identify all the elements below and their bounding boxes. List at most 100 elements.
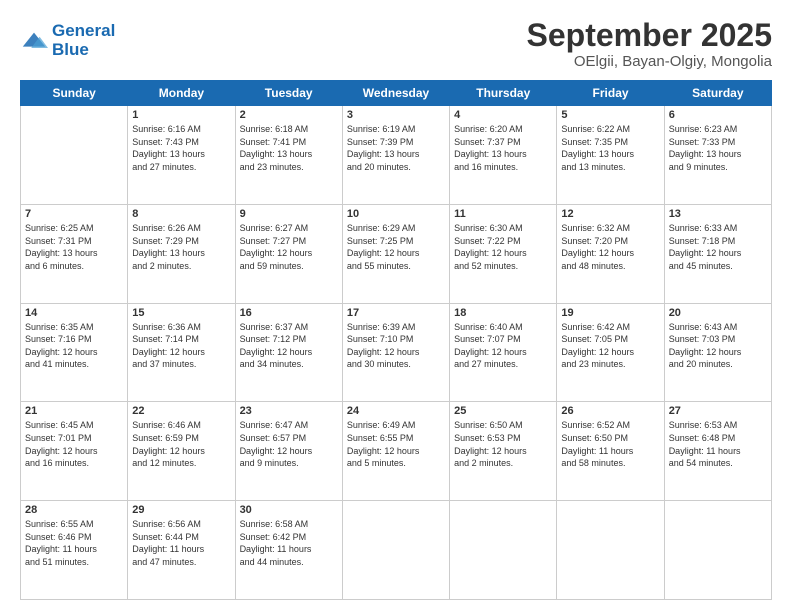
day-number: 18: [454, 307, 552, 319]
day-info: Sunrise: 6:58 AM Sunset: 6:42 PM Dayligh…: [240, 518, 338, 568]
calendar-cell: 6 Sunrise: 6:23 AM Sunset: 7:33 PM Daylig…: [664, 106, 771, 205]
calendar-cell: 26 Sunrise: 6:52 AM Sunset: 6:50 PM Dayli…: [557, 402, 664, 501]
day-info: Sunrise: 6:52 AM Sunset: 6:50 PM Dayligh…: [561, 419, 659, 469]
calendar-cell: 23Sunrise: 6:47 AM Sunset: 6:57 PM Dayli…: [235, 402, 342, 501]
subtitle: OElgii, Bayan-Olgiy, Mongolia: [527, 53, 772, 70]
main-title: September 2025: [527, 18, 772, 53]
calendar-cell: 1 Sunrise: 6:16 AM Sunset: 7:43 PM Daylig…: [128, 106, 235, 205]
day-info: Sunrise: 6:33 AM Sunset: 7:18 PM Dayligh…: [669, 222, 767, 272]
calendar-cell: [21, 106, 128, 205]
day-number: 3: [347, 109, 445, 121]
weekday-header: Wednesday: [342, 81, 449, 106]
calendar-cell: 28 Sunrise: 6:55 AM Sunset: 6:46 PM Dayli…: [21, 501, 128, 600]
calendar-cell: 25 Sunrise: 6:50 AM Sunset: 6:53 PM Dayli…: [450, 402, 557, 501]
day-number: 20: [669, 307, 767, 319]
day-info: Sunrise: 6:16 AM Sunset: 7:43 PM Dayligh…: [132, 123, 230, 173]
logo-icon: [20, 27, 48, 55]
calendar-cell: 19Sunrise: 6:42 AM Sunset: 7:05 PM Dayli…: [557, 303, 664, 402]
calendar-cell: 15 Sunrise: 6:36 AM Sunset: 7:14 PM Dayli…: [128, 303, 235, 402]
day-number: 21: [25, 405, 123, 417]
calendar-cell: [342, 501, 449, 600]
weekday-header: Monday: [128, 81, 235, 106]
day-number: 24: [347, 405, 445, 417]
calendar-cell: 29Sunrise: 6:56 AM Sunset: 6:44 PM Dayli…: [128, 501, 235, 600]
day-number: 15: [132, 307, 230, 319]
calendar-header-row: SundayMondayTuesdayWednesdayThursdayFrid…: [21, 81, 772, 106]
calendar-cell: 12 Sunrise: 6:32 AM Sunset: 7:20 PM Dayli…: [557, 204, 664, 303]
weekday-header: Sunday: [21, 81, 128, 106]
calendar-cell: 18 Sunrise: 6:40 AM Sunset: 7:07 PM Dayli…: [450, 303, 557, 402]
calendar-week-row: 7 Sunrise: 6:25 AM Sunset: 7:31 PM Daylig…: [21, 204, 772, 303]
calendar-cell: 4 Sunrise: 6:20 AM Sunset: 7:37 PM Daylig…: [450, 106, 557, 205]
day-number: 6: [669, 109, 767, 121]
weekday-header: Saturday: [664, 81, 771, 106]
calendar-cell: 14 Sunrise: 6:35 AM Sunset: 7:16 PM Dayli…: [21, 303, 128, 402]
day-info: Sunrise: 6:49 AM Sunset: 6:55 PM Dayligh…: [347, 419, 445, 469]
day-info: Sunrise: 6:45 AM Sunset: 7:01 PM Dayligh…: [25, 419, 123, 469]
day-info: Sunrise: 6:43 AM Sunset: 7:03 PM Dayligh…: [669, 321, 767, 371]
day-number: 11: [454, 208, 552, 220]
calendar-cell: 20 Sunrise: 6:43 AM Sunset: 7:03 PM Dayli…: [664, 303, 771, 402]
logo-line1: General: [52, 21, 115, 40]
logo-line2: Blue: [52, 40, 89, 59]
calendar-week-row: 28 Sunrise: 6:55 AM Sunset: 6:46 PM Dayli…: [21, 501, 772, 600]
day-number: 30: [240, 504, 338, 516]
calendar-week-row: 14 Sunrise: 6:35 AM Sunset: 7:16 PM Dayli…: [21, 303, 772, 402]
day-number: 26: [561, 405, 659, 417]
day-number: 28: [25, 504, 123, 516]
calendar-cell: 2 Sunrise: 6:18 AM Sunset: 7:41 PM Daylig…: [235, 106, 342, 205]
calendar-cell: 30 Sunrise: 6:58 AM Sunset: 6:42 PM Dayli…: [235, 501, 342, 600]
day-number: 9: [240, 208, 338, 220]
day-number: 13: [669, 208, 767, 220]
day-info: Sunrise: 6:39 AM Sunset: 7:10 PM Dayligh…: [347, 321, 445, 371]
day-info: Sunrise: 6:26 AM Sunset: 7:29 PM Dayligh…: [132, 222, 230, 272]
day-number: 8: [132, 208, 230, 220]
day-number: 22: [132, 405, 230, 417]
logo: General Blue: [20, 22, 115, 59]
day-number: 19: [561, 307, 659, 319]
day-info: Sunrise: 6:35 AM Sunset: 7:16 PM Dayligh…: [25, 321, 123, 371]
calendar-cell: 13 Sunrise: 6:33 AM Sunset: 7:18 PM Dayli…: [664, 204, 771, 303]
day-info: Sunrise: 6:55 AM Sunset: 6:46 PM Dayligh…: [25, 518, 123, 568]
calendar-week-row: 1 Sunrise: 6:16 AM Sunset: 7:43 PM Daylig…: [21, 106, 772, 205]
day-info: Sunrise: 6:37 AM Sunset: 7:12 PM Dayligh…: [240, 321, 338, 371]
calendar-cell: 24 Sunrise: 6:49 AM Sunset: 6:55 PM Dayli…: [342, 402, 449, 501]
day-info: Sunrise: 6:40 AM Sunset: 7:07 PM Dayligh…: [454, 321, 552, 371]
day-number: 5: [561, 109, 659, 121]
day-info: Sunrise: 6:29 AM Sunset: 7:25 PM Dayligh…: [347, 222, 445, 272]
logo-text: General Blue: [52, 22, 115, 59]
day-info: Sunrise: 6:46 AM Sunset: 6:59 PM Dayligh…: [132, 419, 230, 469]
day-info: Sunrise: 6:50 AM Sunset: 6:53 PM Dayligh…: [454, 419, 552, 469]
day-info: Sunrise: 6:27 AM Sunset: 7:27 PM Dayligh…: [240, 222, 338, 272]
day-number: 10: [347, 208, 445, 220]
day-number: 14: [25, 307, 123, 319]
calendar-cell: [450, 501, 557, 600]
day-info: Sunrise: 6:23 AM Sunset: 7:33 PM Dayligh…: [669, 123, 767, 173]
day-info: Sunrise: 6:20 AM Sunset: 7:37 PM Dayligh…: [454, 123, 552, 173]
page: General Blue September 2025 OElgii, Baya…: [0, 0, 792, 612]
day-number: 27: [669, 405, 767, 417]
day-info: Sunrise: 6:36 AM Sunset: 7:14 PM Dayligh…: [132, 321, 230, 371]
day-info: Sunrise: 6:32 AM Sunset: 7:20 PM Dayligh…: [561, 222, 659, 272]
day-info: Sunrise: 6:25 AM Sunset: 7:31 PM Dayligh…: [25, 222, 123, 272]
day-number: 25: [454, 405, 552, 417]
weekday-header: Thursday: [450, 81, 557, 106]
day-info: Sunrise: 6:18 AM Sunset: 7:41 PM Dayligh…: [240, 123, 338, 173]
day-number: 1: [132, 109, 230, 121]
calendar-cell: 5 Sunrise: 6:22 AM Sunset: 7:35 PM Daylig…: [557, 106, 664, 205]
day-number: 7: [25, 208, 123, 220]
day-number: 12: [561, 208, 659, 220]
calendar-table: SundayMondayTuesdayWednesdayThursdayFrid…: [20, 80, 772, 600]
weekday-header: Friday: [557, 81, 664, 106]
calendar-cell: 27 Sunrise: 6:53 AM Sunset: 6:48 PM Dayli…: [664, 402, 771, 501]
day-number: 29: [132, 504, 230, 516]
calendar-cell: 9 Sunrise: 6:27 AM Sunset: 7:27 PM Daylig…: [235, 204, 342, 303]
day-info: Sunrise: 6:53 AM Sunset: 6:48 PM Dayligh…: [669, 419, 767, 469]
calendar-cell: 8 Sunrise: 6:26 AM Sunset: 7:29 PM Daylig…: [128, 204, 235, 303]
title-block: September 2025 OElgii, Bayan-Olgiy, Mong…: [527, 18, 772, 70]
day-number: 4: [454, 109, 552, 121]
day-info: Sunrise: 6:22 AM Sunset: 7:35 PM Dayligh…: [561, 123, 659, 173]
day-info: Sunrise: 6:19 AM Sunset: 7:39 PM Dayligh…: [347, 123, 445, 173]
calendar-week-row: 21 Sunrise: 6:45 AM Sunset: 7:01 PM Dayli…: [21, 402, 772, 501]
day-number: 2: [240, 109, 338, 121]
